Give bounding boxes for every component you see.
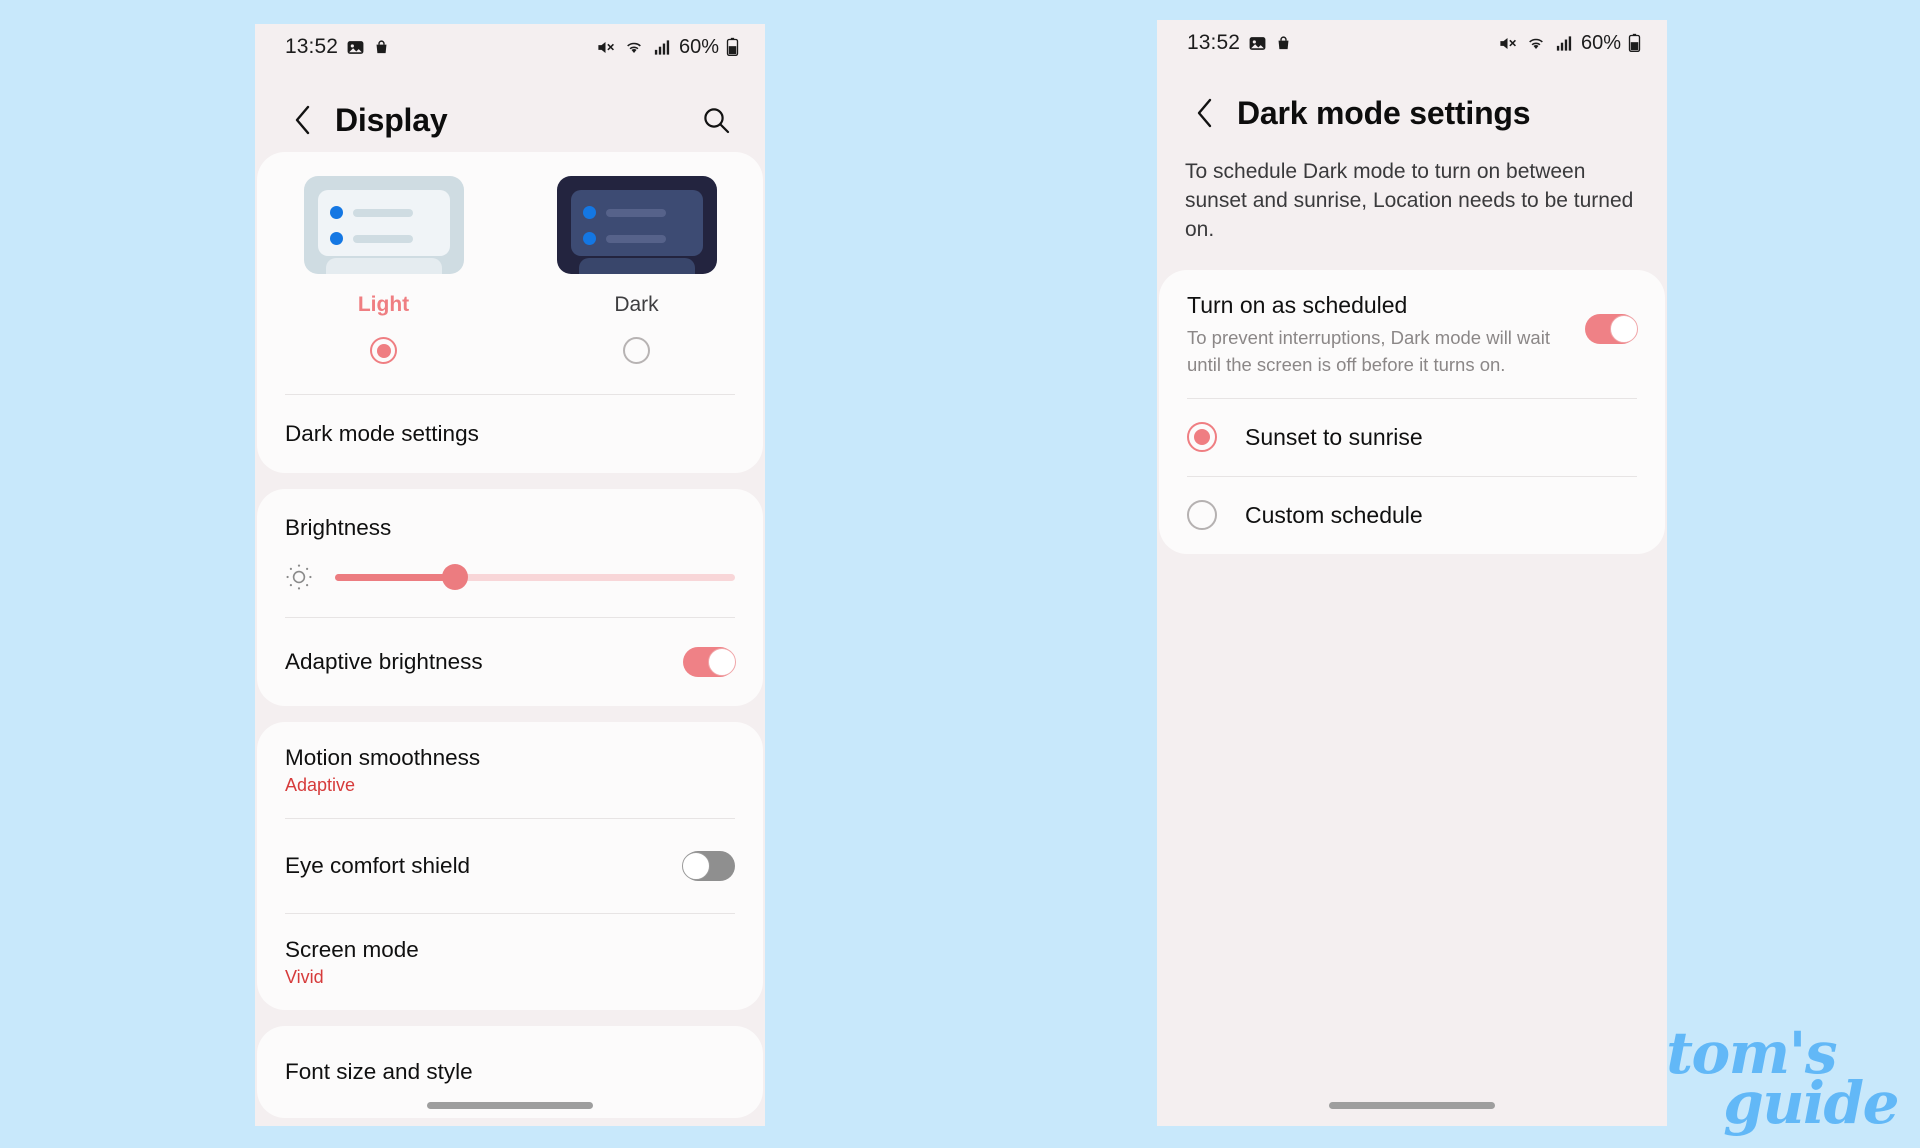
eye-comfort-shield-row[interactable]: Eye comfort shield — [257, 819, 763, 913]
wifi-icon — [627, 42, 641, 53]
dark-mode-description: To schedule Dark mode to turn on between… — [1185, 160, 1634, 241]
dark-theme-preview — [556, 176, 717, 274]
light-theme-preview — [303, 176, 464, 274]
turn-on-as-scheduled-title: Turn on as scheduled — [1187, 292, 1408, 319]
screen-mode-label: Screen mode — [285, 936, 419, 962]
motion-smoothness-row[interactable]: Motion smoothness Adaptive — [257, 722, 763, 818]
image-icon — [347, 40, 364, 54]
gesture-bar[interactable] — [427, 1102, 593, 1109]
shopping-bag-icon — [1278, 35, 1289, 49]
wifi-icon — [1529, 38, 1543, 49]
status-bar-right: 60% — [595, 36, 739, 59]
eye-comfort-shield-toggle[interactable] — [682, 851, 735, 881]
radio-sunset-to-sunrise[interactable] — [1187, 422, 1217, 453]
theme-card: Light Dark Dark mode settings — [257, 152, 763, 473]
phone-screen-display: 13:52 60% Display Light Dark Dark mode s… — [255, 24, 765, 1126]
phone-screen-dark-mode-settings: 13:52 60% Dark mode settings To schedule… — [1157, 20, 1667, 1126]
display-options-card: Motion smoothness Adaptive Eye comfort s… — [257, 722, 763, 1010]
gesture-bar[interactable] — [1329, 1102, 1495, 1109]
sun-icon — [286, 564, 312, 590]
display-header: Display — [255, 70, 765, 152]
theme-label-dark: Dark — [614, 293, 659, 316]
dark-mode-settings-row[interactable]: Dark mode settings — [257, 395, 763, 473]
status-bar-clock: 13:52 — [1187, 31, 1241, 54]
adaptive-brightness-toggle[interactable] — [683, 647, 736, 677]
brightness-slider-knob[interactable] — [442, 564, 468, 590]
adaptive-brightness-label: Adaptive brightness — [285, 649, 483, 674]
theme-option-light[interactable]: Light — [257, 176, 510, 364]
signal-icon — [1556, 35, 1572, 51]
turn-on-as-scheduled-subtitle: To prevent interruptions, Dark mode will… — [1187, 327, 1550, 375]
dark-mode-settings-header: Dark mode settings — [1157, 66, 1667, 144]
theme-label-light: Light — [357, 293, 410, 316]
page-title: Display — [335, 101, 448, 138]
mute-icon — [1500, 37, 1516, 49]
schedule-option-label: Custom schedule — [1245, 501, 1423, 528]
back-icon[interactable] — [283, 100, 323, 140]
image-icon — [1249, 36, 1266, 50]
schedule-option-sunset-to-sunrise[interactable]: Sunset to sunrise — [1159, 399, 1665, 476]
font-size-and-style-label: Font size and style — [285, 1059, 473, 1084]
radio-custom-schedule[interactable] — [1187, 500, 1217, 531]
page-title: Dark mode settings — [1237, 94, 1531, 131]
search-icon[interactable] — [695, 99, 737, 141]
brightness-card: Brightness Adaptive brightness — [257, 489, 763, 706]
brightness-title: Brightness — [285, 515, 392, 540]
eye-comfort-shield-label: Eye comfort shield — [285, 853, 471, 878]
theme-radio-dark[interactable] — [623, 337, 650, 364]
status-bar-left: 13:52 — [1187, 31, 1292, 55]
battery-percent-label: 60% — [1580, 31, 1621, 54]
motion-smoothness-label: Motion smoothness — [285, 744, 481, 770]
mute-icon — [598, 41, 614, 53]
status-bar-left: 13:52 — [285, 35, 390, 59]
status-bar: 13:52 60% — [1157, 20, 1667, 66]
adaptive-brightness-row[interactable]: Adaptive brightness — [257, 618, 763, 706]
turn-on-as-scheduled-toggle[interactable] — [1585, 314, 1638, 345]
battery-icon — [726, 37, 739, 57]
schedule-option-custom-schedule[interactable]: Custom schedule — [1159, 477, 1665, 554]
theme-radio-light[interactable] — [370, 337, 397, 364]
shopping-bag-icon — [376, 39, 387, 53]
screen-mode-row[interactable]: Screen mode Vivid — [257, 914, 763, 1010]
signal-icon — [654, 39, 670, 55]
back-icon[interactable] — [1185, 93, 1225, 133]
schedule-card: Turn on as scheduled To prevent interrup… — [1159, 270, 1665, 554]
screen-mode-value: Vivid — [285, 966, 324, 987]
brightness-slider[interactable] — [335, 564, 735, 590]
turn-on-as-scheduled-row[interactable]: Turn on as scheduled To prevent interrup… — [1159, 270, 1665, 398]
theme-option-dark[interactable]: Dark — [510, 176, 763, 364]
status-bar-clock: 13:52 — [285, 35, 339, 58]
toms-guide-watermark: tom's guide — [1666, 1024, 1899, 1132]
battery-percent-label: 60% — [678, 35, 719, 58]
schedule-option-label: Sunset to sunrise — [1245, 423, 1423, 450]
brightness-slider-row[interactable] — [257, 541, 763, 617]
battery-icon — [1628, 33, 1641, 53]
status-bar: 13:52 60% — [255, 24, 765, 70]
motion-smoothness-value: Adaptive — [285, 774, 356, 795]
theme-chooser: Light Dark — [257, 152, 763, 372]
status-bar-right: 60% — [1497, 32, 1641, 55]
dark-mode-settings-label: Dark mode settings — [285, 421, 479, 446]
